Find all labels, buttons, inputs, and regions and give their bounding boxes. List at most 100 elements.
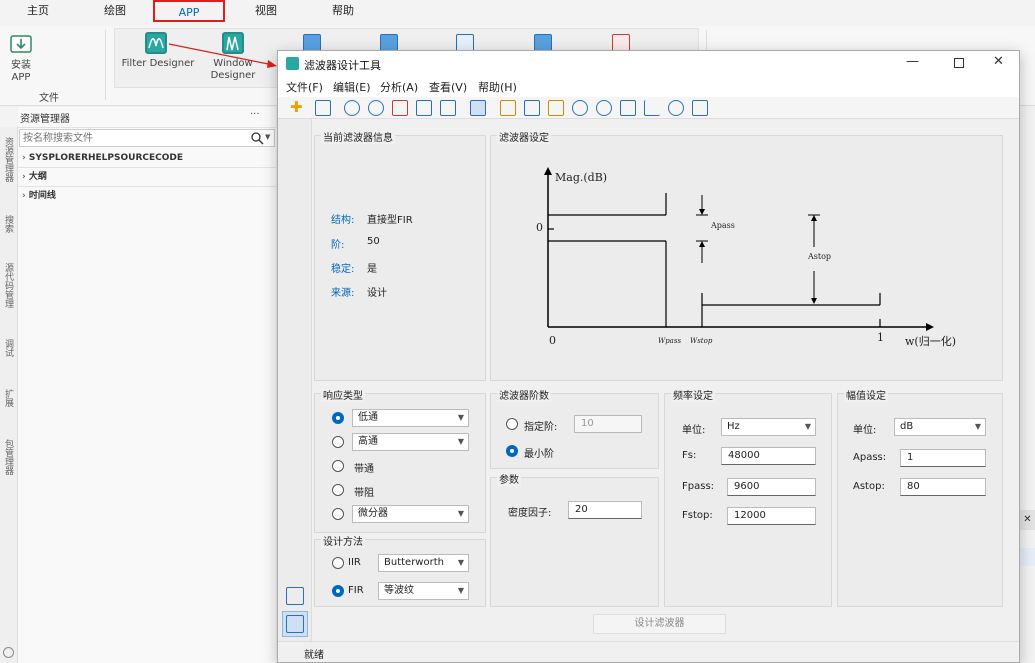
fstop-input[interactable]: 12000 bbox=[727, 507, 816, 525]
chevron-right-icon: › bbox=[22, 191, 29, 201]
coefficients-icon[interactable] bbox=[692, 100, 708, 116]
transform-filter-icon[interactable] bbox=[286, 587, 304, 605]
fir-method-select[interactable]: 等波纹 ▼ bbox=[378, 582, 469, 600]
step-response-icon[interactable] bbox=[644, 100, 660, 116]
tab-home[interactable]: 主页 bbox=[18, 0, 58, 22]
response-bandstop-radio[interactable] bbox=[332, 484, 344, 496]
tree-item-source-label: SYSPLORERHELPSOURCECODE bbox=[28, 153, 184, 163]
toolbar: ✚ bbox=[278, 97, 1019, 119]
freq-unit-select[interactable]: Hz ▼ bbox=[721, 418, 816, 436]
menu-edit[interactable]: 编辑(E) bbox=[333, 79, 371, 95]
differentiator-select[interactable]: 微分器 ▼ bbox=[352, 505, 469, 523]
method-iir-radio[interactable] bbox=[332, 557, 344, 569]
group-delay-icon[interactable] bbox=[572, 100, 588, 116]
import-icon[interactable] bbox=[315, 100, 331, 116]
response-lowpass-radio[interactable] bbox=[332, 412, 344, 424]
order-specify-input[interactable]: 10 bbox=[574, 415, 642, 433]
lowpass-select-value: 低通 bbox=[358, 412, 378, 423]
more-actions-icon[interactable]: ··· bbox=[250, 109, 260, 120]
dialog-titlebar: 滤波器设计工具 — ✕ bbox=[278, 51, 1019, 77]
tab-help[interactable]: 帮助 bbox=[322, 0, 364, 22]
background-close-icon[interactable]: ✕ bbox=[1020, 510, 1035, 530]
response-highpass-radio[interactable] bbox=[332, 436, 344, 448]
tree-item-timeline[interactable]: › 时间线 bbox=[22, 187, 56, 205]
search-options-chevron-down-icon[interactable]: ▼ bbox=[265, 133, 270, 141]
activity-bar: 资源管理器 搜索 源代码管理 调试 扩展 包管理器 bbox=[0, 127, 18, 663]
tree-item-outline-label: 大纲 bbox=[28, 172, 47, 182]
side-tab-packages[interactable]: 包管理器 bbox=[2, 439, 15, 475]
apass-label: Apass bbox=[711, 221, 735, 230]
tab-view[interactable]: 视图 bbox=[246, 0, 286, 22]
tab-app[interactable]: APP bbox=[153, 0, 225, 22]
close-icon[interactable]: ✕ bbox=[993, 54, 1004, 69]
design-filter-button[interactable]: 设计滤波器 bbox=[593, 614, 726, 634]
phase-delay-icon[interactable] bbox=[596, 100, 612, 116]
iir-method-value: Butterworth bbox=[384, 557, 444, 568]
order-specify-radio[interactable] bbox=[506, 418, 518, 430]
menu-file[interactable]: 文件(F) bbox=[286, 79, 323, 95]
minimize-icon[interactable]: — bbox=[906, 54, 919, 69]
search-icon[interactable] bbox=[250, 131, 264, 145]
density-label: 密度因子: bbox=[508, 508, 552, 519]
fit-view-icon[interactable] bbox=[440, 100, 456, 116]
tree-item-outline[interactable]: › 大纲 bbox=[22, 168, 47, 186]
magnitude-response-icon[interactable] bbox=[500, 100, 516, 116]
settings-gear-icon[interactable] bbox=[3, 647, 14, 658]
params-title: 参数 bbox=[497, 471, 521, 486]
chevron-right-icon: › bbox=[22, 153, 29, 163]
zoom-y-icon[interactable] bbox=[416, 100, 432, 116]
differentiator-select-value: 微分器 bbox=[358, 508, 388, 519]
method-fir-radio[interactable] bbox=[332, 585, 344, 597]
side-tab-debug[interactable]: 调试 bbox=[2, 339, 15, 357]
zoom-in-icon[interactable] bbox=[368, 100, 384, 116]
pole-zero-icon[interactable] bbox=[668, 100, 684, 116]
y-axis-label: Mag.(dB) bbox=[555, 171, 608, 184]
pan-icon[interactable] bbox=[344, 100, 360, 116]
highpass-select[interactable]: 高通 ▼ bbox=[352, 433, 469, 451]
fpass-input[interactable]: 9600 bbox=[727, 478, 816, 496]
tab-plot[interactable]: 绘图 bbox=[94, 0, 136, 22]
order-min-radio[interactable] bbox=[506, 445, 518, 457]
response-bandpass-radio[interactable] bbox=[332, 460, 344, 472]
design-method-title: 设计方法 bbox=[321, 533, 365, 548]
apass-input[interactable]: 1 bbox=[900, 449, 986, 467]
astop-input[interactable]: 80 bbox=[900, 478, 986, 496]
astop-bottom-arrow bbox=[811, 298, 817, 304]
menu-view[interactable]: 查看(V) bbox=[429, 79, 467, 95]
fs-input[interactable]: 48000 bbox=[721, 447, 816, 465]
side-tab-scm[interactable]: 源代码管理 bbox=[2, 263, 15, 308]
ribbon-tab-bar: 主页 绘图 APP 视图 帮助 bbox=[0, 0, 1035, 26]
info-order-label: 阶: bbox=[331, 240, 345, 251]
bandpass-label: 带通 bbox=[354, 464, 374, 475]
wstop-label: Wstop bbox=[690, 337, 713, 345]
menu-help[interactable]: 帮助(H) bbox=[478, 79, 517, 95]
mag-phase-icon[interactable] bbox=[548, 100, 564, 116]
mag-unit-select[interactable]: dB ▼ bbox=[894, 418, 986, 436]
zoom-x-icon[interactable] bbox=[392, 100, 408, 116]
install-app-button[interactable]: 安装 APP bbox=[8, 34, 34, 88]
lowpass-select[interactable]: 低通 ▼ bbox=[352, 409, 469, 427]
params-group bbox=[490, 477, 659, 607]
impulse-response-icon[interactable] bbox=[620, 100, 636, 116]
side-tab-search[interactable]: 搜索 bbox=[2, 215, 15, 233]
freq-unit-value: Hz bbox=[727, 421, 740, 432]
phase-response-icon[interactable] bbox=[524, 100, 540, 116]
resource-manager-panel: 资源管理器 ··· ▼ › SYSPLORERHELPSOURCECODE › … bbox=[18, 107, 276, 663]
response-differentiator-radio[interactable] bbox=[332, 508, 344, 520]
side-tab-extensions[interactable]: 扩展 bbox=[2, 389, 15, 407]
background-panel-remnant bbox=[1020, 548, 1035, 566]
iir-method-select[interactable]: Butterworth ▼ bbox=[378, 554, 469, 572]
maximize-icon[interactable] bbox=[954, 58, 964, 68]
current-filter-info-group bbox=[314, 135, 486, 381]
file-search-input[interactable] bbox=[19, 129, 275, 147]
frequency-title: 频率设定 bbox=[671, 387, 715, 402]
side-tab-explorer[interactable]: 资源管理器 bbox=[2, 137, 15, 182]
density-input[interactable]: 20 bbox=[568, 501, 642, 519]
menu-analysis[interactable]: 分析(A) bbox=[380, 79, 418, 95]
apass-top-arrow bbox=[699, 209, 705, 215]
design-filter-tab[interactable] bbox=[282, 611, 308, 637]
tree-item-source[interactable]: › SYSPLORERHELPSOURCECODE bbox=[22, 149, 183, 167]
new-filter-icon[interactable]: ✚ bbox=[290, 99, 303, 115]
zero-y-label: 0 bbox=[536, 221, 543, 234]
filter-spec-icon[interactable] bbox=[470, 100, 486, 116]
